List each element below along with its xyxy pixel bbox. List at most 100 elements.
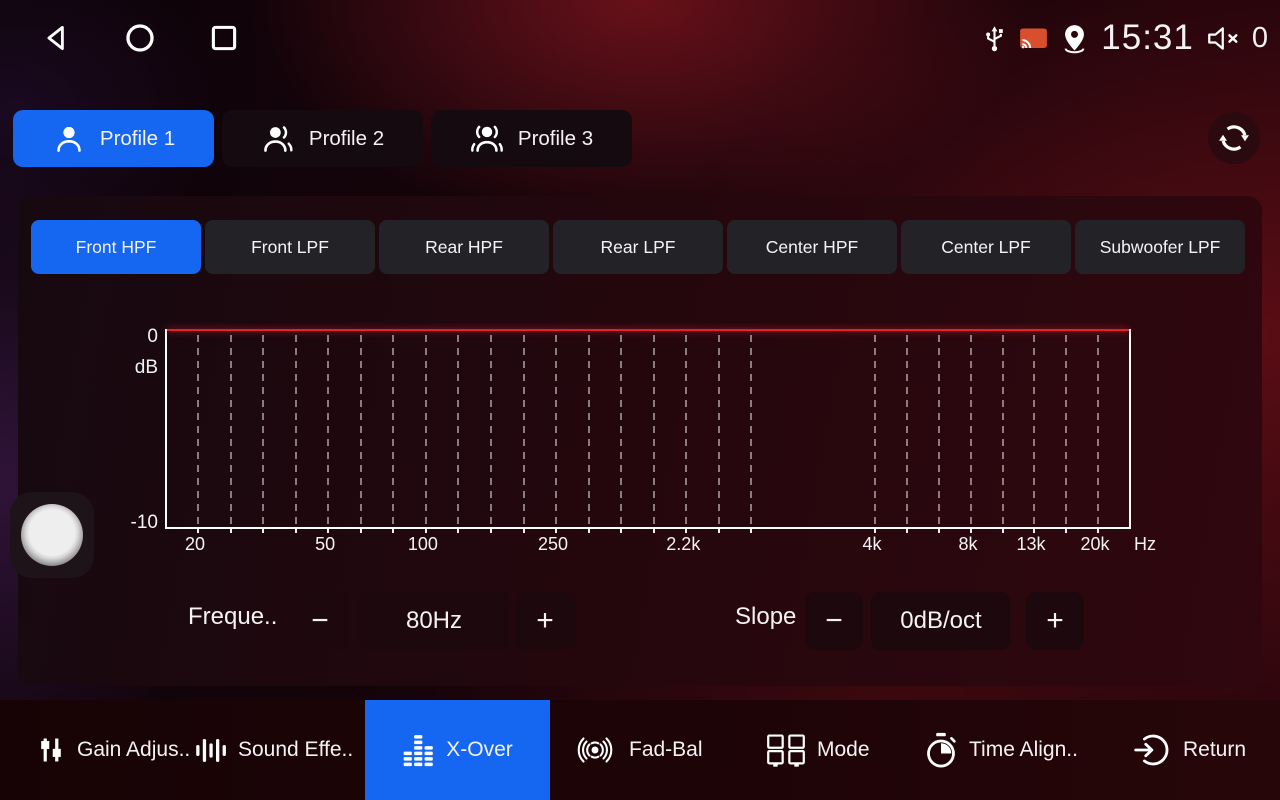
axis-tick-mark — [327, 529, 329, 533]
volume-knob-overlay[interactable] — [10, 492, 94, 578]
axis-tick-mark — [1065, 529, 1067, 533]
return-icon — [1134, 732, 1172, 768]
clock: 15:31 — [1101, 18, 1194, 58]
y-axis-tick-top: 0 — [102, 326, 158, 348]
gridline — [523, 335, 525, 527]
frequency-value: 80Hz — [358, 592, 510, 650]
slope-increment-button[interactable]: + — [1026, 592, 1084, 650]
gridline — [1033, 335, 1035, 527]
nav-item-gain-adjus[interactable]: Gain Adjus.. — [36, 700, 190, 800]
nav-item-label: Gain Adjus.. — [77, 738, 190, 762]
axis-tick-mark — [262, 529, 264, 533]
gridline — [620, 335, 622, 527]
profile-1-icon — [52, 122, 86, 156]
filter-tab-front-hpf[interactable]: Front HPF — [31, 220, 201, 274]
recents-button[interactable] — [206, 20, 242, 56]
nav-item-label: Fad-Bal — [629, 738, 703, 762]
y-axis-tick-bottom: -10 — [102, 512, 158, 534]
axis-tick-mark — [457, 529, 459, 533]
axis-tick-mark — [718, 529, 720, 533]
gridline — [392, 335, 394, 527]
gridline — [457, 335, 459, 527]
recents-square-icon — [207, 21, 241, 55]
nav-item-time-align[interactable]: Time Align.. — [924, 700, 1078, 800]
profile-tab-1[interactable]: Profile 1 — [13, 110, 214, 167]
nav-item-return[interactable]: Return — [1134, 700, 1246, 800]
home-circle-icon — [122, 20, 158, 56]
axis-tick-mark — [490, 529, 492, 533]
axis-tick-mark — [523, 529, 525, 533]
gridline — [360, 335, 362, 527]
home-button[interactable] — [122, 20, 158, 56]
axis-tick-mark — [685, 529, 687, 533]
axis-tick-mark — [750, 529, 752, 533]
x-axis-unit-label: Hz — [1134, 534, 1156, 555]
gridline — [588, 335, 590, 527]
android-navigation-bar — [38, 20, 242, 56]
axis-tick-mark — [425, 529, 427, 533]
x-axis-tick: 100 — [408, 534, 438, 555]
volume-muted-icon — [1205, 25, 1245, 52]
axis-tick-mark — [970, 529, 972, 533]
slope-value: 0dB/oct — [871, 592, 1011, 650]
profile-tab-3[interactable]: Profile 3 — [431, 110, 632, 167]
filter-tab-rear-lpf[interactable]: Rear LPF — [553, 220, 723, 274]
x-axis-tick: 13k — [1016, 534, 1045, 555]
axis-tick-mark — [555, 529, 557, 533]
axis-tick-mark — [295, 529, 297, 533]
axis-tick-mark — [588, 529, 590, 533]
xover-icon — [402, 734, 435, 767]
frequency-label: Freque.. — [188, 603, 277, 631]
profile-tab-2[interactable]: Profile 2 — [222, 110, 423, 167]
nav-item-label: Mode — [817, 738, 870, 762]
crossover-chart-plot — [165, 329, 1131, 529]
gridline — [653, 335, 655, 527]
xover-panel: Front HPFFront LPFRear HPFRear LPFCenter… — [18, 196, 1262, 686]
axis-tick-mark — [197, 529, 199, 533]
filter-tab-center-lpf[interactable]: Center LPF — [901, 220, 1071, 274]
nav-item-mode[interactable]: Mode — [766, 700, 870, 800]
axis-tick-mark — [620, 529, 622, 533]
axis-tick-mark — [1097, 529, 1099, 533]
filter-tabs: Front HPFFront LPFRear HPFRear LPFCenter… — [31, 220, 1245, 274]
profile-tab-label: Profile 1 — [100, 127, 175, 151]
x-axis-tick: 20k — [1080, 534, 1109, 555]
back-icon — [39, 21, 73, 55]
gridline — [718, 335, 720, 527]
nav-item-x-over[interactable]: X-Over — [365, 700, 550, 800]
location-icon — [1059, 23, 1090, 54]
y-axis-unit-label: dB — [102, 357, 158, 379]
bottom-navigation: Gain Adjus.. Sound Effe.. X-Over Fad-Bal Mod… — [0, 700, 1280, 800]
nav-item-label: Sound Effe.. — [238, 738, 353, 762]
frequency-increment-button[interactable]: + — [515, 592, 575, 650]
cast-active-icon — [1019, 27, 1048, 50]
x-axis-tick: 2.2k — [666, 534, 700, 555]
nav-item-sound-effe[interactable]: Sound Effe.. — [194, 700, 353, 800]
usb-icon — [981, 24, 1008, 53]
back-button[interactable] — [38, 20, 74, 56]
gridline — [685, 335, 687, 527]
nav-item-label: Time Align.. — [969, 738, 1078, 762]
gridline — [1097, 335, 1099, 527]
x-axis-tick: 50 — [315, 534, 335, 555]
filter-tab-center-hpf[interactable]: Center HPF — [727, 220, 897, 274]
status-bar-right: 15:31 0 — [981, 16, 1268, 60]
gridline — [938, 335, 940, 527]
slope-decrement-button[interactable]: − — [805, 592, 863, 650]
axis-tick-mark — [392, 529, 394, 533]
filter-tab-rear-hpf[interactable]: Rear HPF — [379, 220, 549, 274]
frequency-decrement-button[interactable]: − — [290, 592, 350, 650]
gridline — [1065, 335, 1067, 527]
nav-item-fad-bal[interactable]: Fad-Bal — [572, 700, 703, 800]
profile-3-icon — [470, 122, 504, 156]
gridline — [262, 335, 264, 527]
sync-button[interactable] — [1208, 112, 1260, 164]
profile-tab-label: Profile 2 — [309, 127, 384, 151]
x-axis-tick: 8k — [958, 534, 977, 555]
gridline — [1002, 335, 1004, 527]
filter-tab-front-lpf[interactable]: Front LPF — [205, 220, 375, 274]
filter-tab-subwoofer-lpf[interactable]: Subwoofer LPF — [1075, 220, 1245, 274]
axis-tick-mark — [1033, 529, 1035, 533]
gridline — [425, 335, 427, 527]
x-axis-tick-labels: 20501002502.2k4k8k13k20k — [165, 534, 1127, 558]
